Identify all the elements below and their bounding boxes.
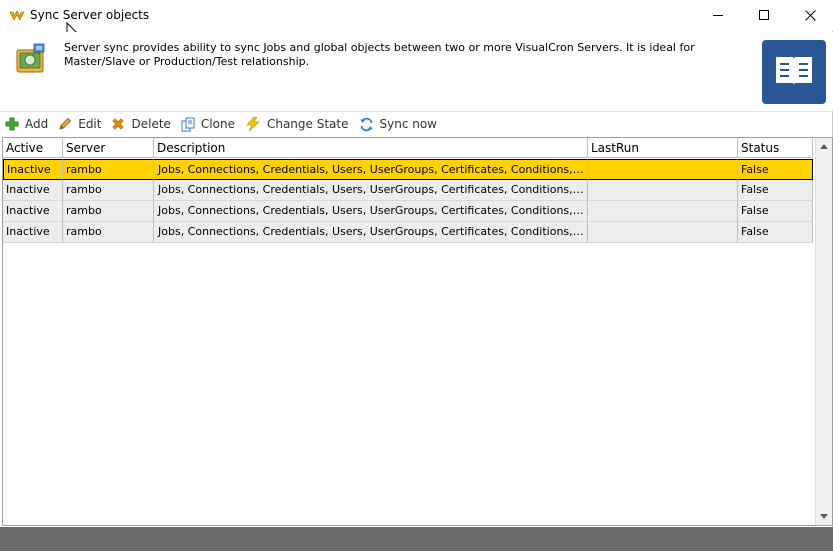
window-title: Sync Server objects [30,8,150,22]
arrow-up-icon [820,144,828,149]
help-button[interactable] [762,40,826,104]
sync-icon [360,117,372,131]
column-header-server[interactable]: Server [63,138,154,158]
sync-now-button[interactable]: Sync now [359,113,438,135]
column-header-active[interactable]: Active [3,138,63,158]
header-panel: Server sync provides ability to sync Job… [0,32,833,110]
column-header-status[interactable]: Status [738,138,813,158]
minimize-button[interactable] [695,0,741,31]
close-button[interactable] [787,0,833,31]
table-row-selected[interactable]: Inactive rambo Jobs, Connections, Creden… [3,159,813,180]
toolbar: Add Edit Delete Clone Change State Sync … [0,113,833,135]
table-row[interactable]: Inactive rambo Jobs, Connections, Creden… [3,222,813,243]
visualcron-logo-icon [9,10,25,21]
cell-lastrun [588,201,738,222]
scroll-up-button[interactable] [816,138,832,155]
cell-status: False [738,201,813,222]
table-row[interactable]: Inactive rambo Jobs, Connections, Creden… [3,201,813,222]
cell-server: rambo [63,159,154,180]
clone-label: Clone [200,117,235,131]
book-icon [776,57,812,85]
delete-label: Delete [131,117,171,131]
delete-x-icon [112,118,124,130]
table-row[interactable]: Inactive rambo Jobs, Connections, Creden… [3,180,813,201]
edit-button[interactable]: Edit [58,113,101,135]
cell-description: Jobs, Connections, Credentials, Users, U… [154,222,588,243]
cell-server: rambo [63,180,154,201]
cell-lastrun [588,159,738,180]
column-header-description[interactable]: Description [154,138,588,158]
cell-active: Inactive [3,159,63,180]
background-taskbar [0,527,833,551]
cell-lastrun [588,180,738,201]
change-state-label: Change State [266,117,349,131]
cell-active: Inactive [3,222,63,243]
header-divider [0,111,833,112]
cell-description: Jobs, Connections, Credentials, Users, U… [154,201,588,222]
cell-status: False [738,222,813,243]
maximize-icon [758,10,769,20]
pencil-icon [59,117,72,130]
sync-servers-grid[interactable]: Active Server Description LastRun Status… [2,137,833,526]
vertical-scrollbar[interactable] [815,138,832,525]
lightning-icon [246,117,260,131]
cell-server: rambo [63,222,154,243]
cell-status: False [738,159,813,180]
server-sync-icon [16,43,45,73]
close-icon [804,10,816,21]
header-description: Server sync provides ability to sync Job… [64,41,695,68]
scroll-down-button[interactable] [816,508,832,525]
delete-button[interactable]: Delete [111,113,171,135]
cell-server: rambo [63,201,154,222]
cell-active: Inactive [3,201,63,222]
cell-active: Inactive [3,180,63,201]
sync-server-window: Sync Server objects Server sync provides… [0,0,833,527]
cell-description: Jobs, Connections, Credentials, Users, U… [154,180,588,201]
minimize-icon [712,15,723,16]
plus-icon [5,117,19,131]
cell-description: Jobs, Connections, Credentials, Users, U… [154,159,588,180]
cell-status: False [738,180,813,201]
column-header-lastrun[interactable]: LastRun [588,138,738,158]
arrow-down-icon [820,514,828,519]
edit-label: Edit [78,117,102,131]
change-state-button[interactable]: Change State [245,113,349,135]
clone-button[interactable]: Clone [181,113,235,135]
add-label: Add [25,117,49,131]
title-bar[interactable]: Sync Server objects [0,0,833,41]
clone-icon [181,117,195,131]
grid-header: Active Server Description LastRun Status [3,138,813,158]
sync-now-label: Sync now [379,117,438,131]
cell-lastrun [588,222,738,243]
maximize-button[interactable] [741,0,787,31]
add-button[interactable]: Add [5,113,48,135]
